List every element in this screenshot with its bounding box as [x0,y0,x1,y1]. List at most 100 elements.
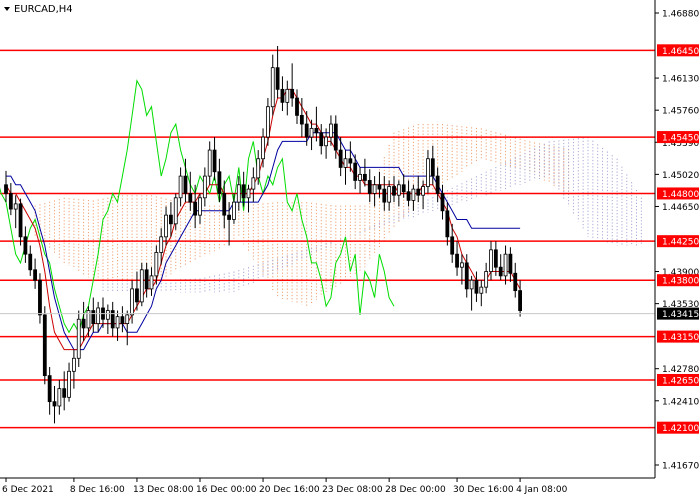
time-tick-label: 28 Dec 00:00 [385,485,446,495]
candle-body [81,318,86,329]
candle-body [324,136,329,147]
candle-body [8,193,13,210]
candle-body [115,316,120,329]
price-tick-label: 1.44650 [662,203,699,213]
candle-body [188,193,193,203]
candle-body [430,158,435,177]
price-tick-label: 1.42780 [662,365,699,375]
price-tick-label: 1.46130 [662,75,699,85]
candle-body [144,269,149,290]
candle-body [435,175,440,194]
candle-body [372,184,377,194]
candle-body [353,162,358,181]
candle-body [508,253,513,274]
candle-body [62,388,67,398]
candle-body [382,188,387,203]
candle-body [513,272,518,292]
price-axis[interactable]: 1.468801.461301.457601.453901.450201.446… [655,10,699,472]
candle-body [33,269,37,281]
candle-body [503,253,508,277]
candle-body [455,253,459,268]
current-price-label: 1.43415 [662,310,699,320]
time-tick-label: 30 Dec 16:00 [453,485,514,495]
candle-body [333,123,338,151]
candle-body [212,149,217,173]
level-price-label: 1.46450 [662,47,699,57]
candle-body [401,184,406,193]
candle-body [120,316,125,324]
price-tick-label: 1.45020 [662,171,699,181]
time-tick-label: 6 Dec 2021 [2,485,54,495]
candle-body [421,186,426,196]
candle-body [130,288,135,316]
candle-body [125,314,130,324]
candle-body [377,184,382,190]
candle-body [91,310,96,324]
candle-body [251,177,256,190]
candle-body [76,318,81,359]
candle-body [47,375,52,403]
candle-body [493,249,498,268]
candle-body [469,279,474,290]
candle-body [280,88,285,103]
candle-body [52,401,57,407]
candle-body [275,67,280,90]
candle-body [314,127,319,134]
chart-window[interactable]: 1.46880 1.46130 1.45760 1.45390 1.45020 1.446… [0,0,700,500]
candle-body [222,193,227,216]
candle-body [367,180,372,194]
candle-body [57,388,62,407]
candle-body [207,149,212,177]
time-tick-label: 16 Dec 00:00 [196,485,257,495]
level-price-label: 1.43800 [662,277,699,287]
candle-body [406,191,411,201]
candle-body [193,201,198,216]
price-tick-label: 1.46880 [662,10,699,20]
candle-body [183,175,188,194]
candle-body [236,184,241,203]
candle-body [261,136,265,160]
candle-body [459,262,464,268]
candle-body [178,175,183,199]
candle-body [256,158,261,179]
candle-body [426,158,430,187]
candle-body [450,236,455,255]
candle-body [518,290,522,311]
candle-body [362,173,367,181]
symbol-header[interactable]: EURCAD,H4 [4,4,73,15]
chart-canvas[interactable]: 1.468801.461301.457601.453901.450201.446… [0,0,700,500]
candle-body [217,171,222,194]
level-price-label: 1.43150 [662,333,699,343]
candle-body [295,97,299,116]
chart-background [0,0,700,500]
candle-body [285,88,290,103]
candle-body [358,173,362,181]
time-tick-label: 23 Dec 08:00 [322,485,383,495]
level-price-label: 1.44800 [662,190,699,200]
candle-body [241,184,246,199]
candle-body [105,310,110,320]
level-price-label: 1.42650 [662,376,699,386]
candle-body [489,249,493,272]
candle-body [440,193,445,212]
candle-body [4,184,8,194]
candle-body [464,262,469,290]
candle-body [139,269,144,303]
candle-body [348,158,353,164]
candle-body [232,201,236,220]
candle-body [149,275,154,290]
candle-body [392,186,396,196]
candle-body [387,186,392,203]
candle-body [42,314,47,377]
candle-body [18,203,23,238]
candle-body [135,288,139,303]
candle-body [164,214,168,238]
price-tick-label: 1.45760 [662,107,699,117]
time-tick-label: 20 Dec 16:00 [259,485,320,495]
price-tick-label: 1.42410 [662,397,699,407]
time-tick-label: 8 Dec 16:00 [70,485,125,495]
candle-body [270,67,275,108]
candle-body [154,252,159,277]
symbol-label: EURCAD,H4 [14,4,73,15]
candle-body [474,279,479,294]
